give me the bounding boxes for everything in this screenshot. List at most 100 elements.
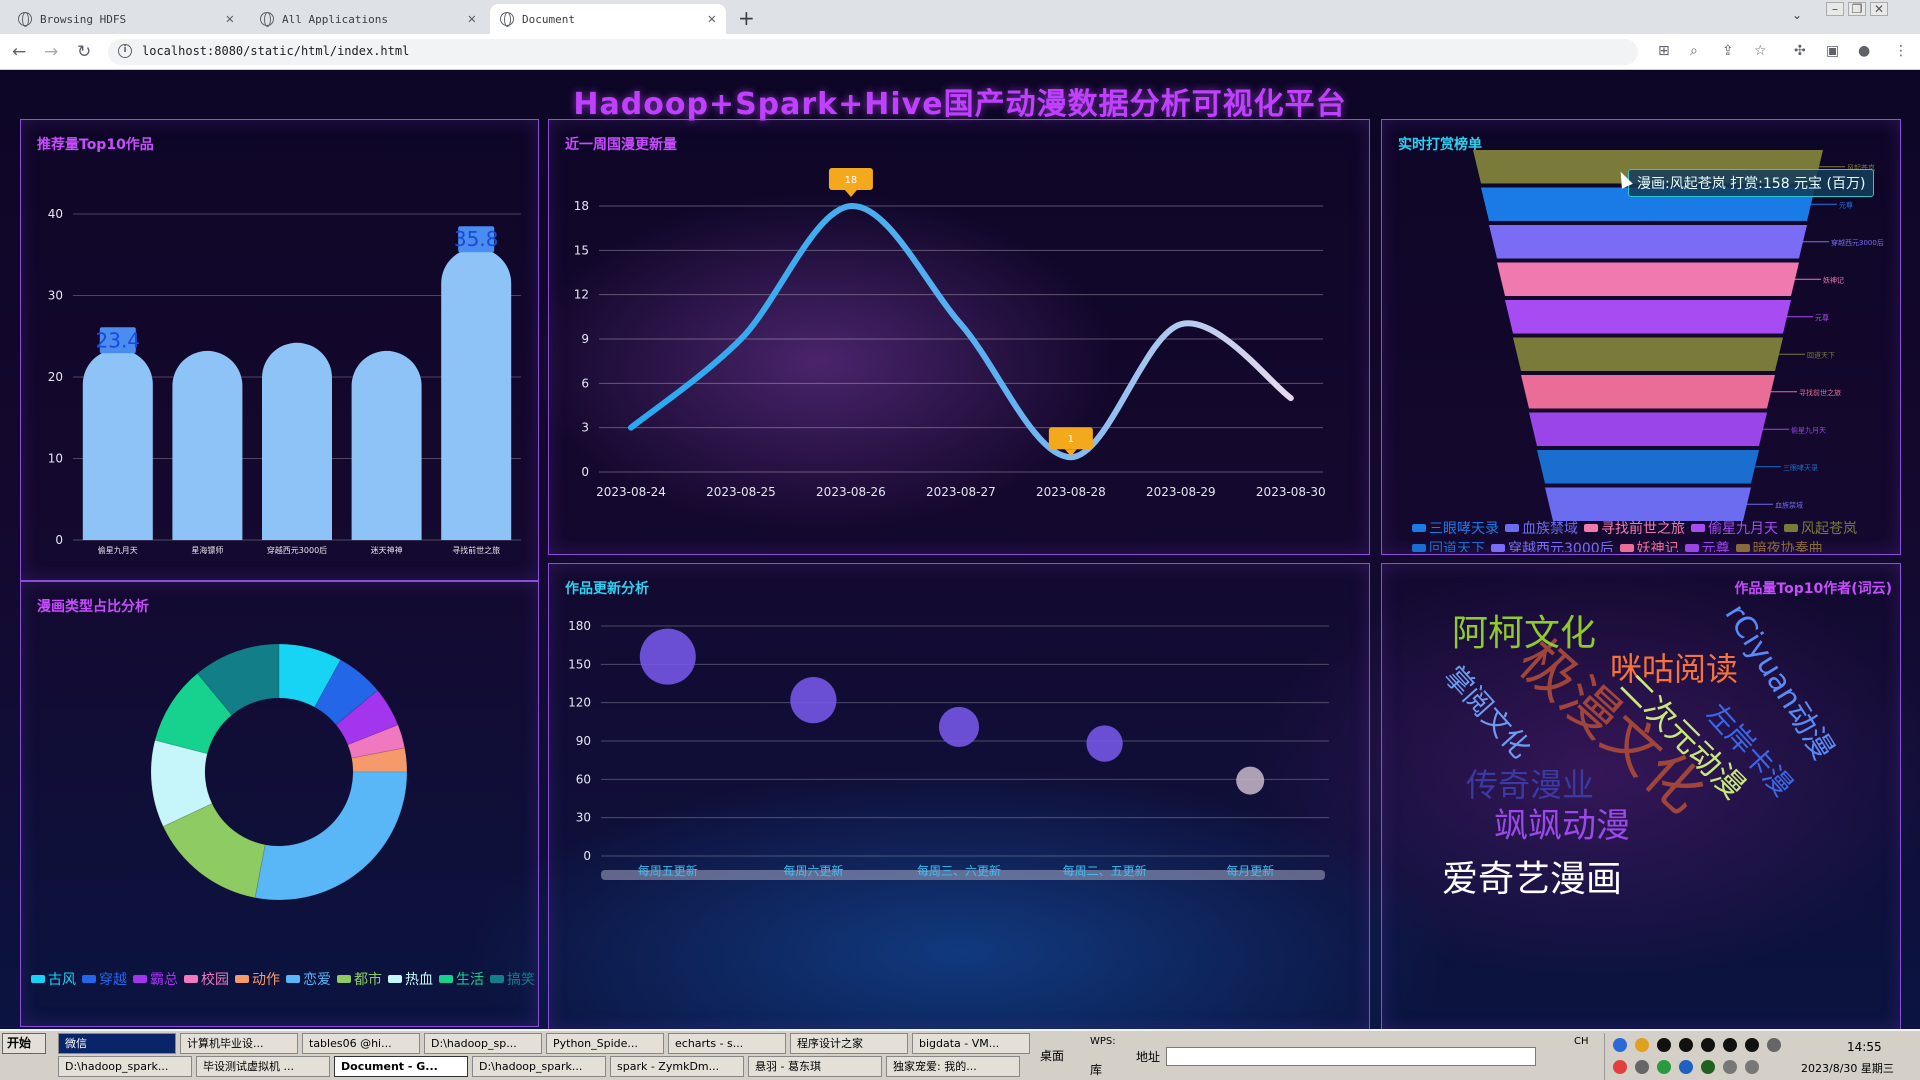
taskbar-address-input[interactable] [1166, 1047, 1536, 1066]
legend-item[interactable]: 偷星九月天 [1691, 518, 1778, 538]
x-tick-label: 每周五更新 [638, 863, 698, 878]
taskbar-window-button[interactable]: echarts - s... [668, 1033, 786, 1054]
sidepanel-icon[interactable]: ▣ [1826, 43, 1839, 59]
qq-icon[interactable] [1723, 1038, 1737, 1052]
taskbar-window-button[interactable]: 独家宠爱: 我的... [886, 1056, 1020, 1077]
legend-item[interactable]: 三眼哮天录 [1412, 518, 1499, 538]
forward-arrow-icon[interactable]: → [44, 42, 58, 62]
legend-item[interactable]: 血族禁域 [1505, 518, 1578, 538]
taskbar-window-button[interactable]: D:\hadoop_spark... [472, 1056, 606, 1077]
library-label[interactable]: 库 [1090, 1061, 1102, 1078]
zoom-icon[interactable]: ⌕ [1690, 43, 1698, 59]
funnel-label: 回道天下 [1807, 350, 1835, 359]
globe-icon [500, 12, 514, 27]
legend-item[interactable]: 动作 [235, 969, 280, 989]
legend-label: 三眼哮天录 [1429, 521, 1499, 537]
funnel-label: 元尊 [1839, 200, 1853, 209]
legend-label: 妖神记 [1636, 541, 1679, 552]
qq-icon[interactable] [1745, 1038, 1759, 1052]
taskbar-window-button[interactable]: 毕设测试虚拟机 ... [196, 1056, 330, 1077]
close-icon[interactable]: ✕ [226, 11, 234, 27]
legend-item[interactable]: 都市 [337, 969, 382, 989]
tab-browsing-hdfs[interactable]: Browsing HDFS ✕ [8, 4, 244, 34]
network-icon[interactable] [1767, 1038, 1781, 1052]
legend-item[interactable]: 热血 [388, 969, 433, 989]
qq-icon[interactable] [1679, 1038, 1693, 1052]
shield-icon[interactable] [1613, 1038, 1627, 1052]
tab-all-applications[interactable]: All Applications ✕ [250, 4, 486, 34]
clock-date[interactable]: 2023/8/30 星期三 [1801, 1060, 1894, 1076]
clock-time[interactable]: 14:55 [1847, 1040, 1882, 1054]
minimize-button[interactable]: – [1826, 2, 1844, 16]
taskbar-window-button[interactable]: spark - ZymkDm... [610, 1056, 744, 1077]
translate-icon[interactable]: ⊞ [1658, 43, 1670, 59]
profile-icon[interactable]: ● [1858, 43, 1870, 59]
app-icon[interactable] [1701, 1060, 1715, 1074]
legend-item[interactable]: 寻找前世之旅 [1584, 518, 1685, 538]
taskbar-window-button[interactable]: D:\hadoop_sp... [424, 1033, 542, 1054]
desktop-label[interactable]: 桌面 [1040, 1047, 1064, 1064]
legend-item[interactable]: 古风 [31, 969, 76, 989]
taskbar-window-button[interactable]: tables06 @hi... [302, 1033, 420, 1054]
legend-item[interactable]: 穿越西元3000后 [1491, 538, 1614, 552]
marker-label: 1 [1068, 434, 1074, 445]
window-close-button[interactable]: ✕ [1870, 2, 1888, 16]
close-icon[interactable]: ✕ [708, 11, 716, 27]
new-tab-button[interactable]: + [738, 6, 755, 30]
url-text[interactable]: localhost:8080/static/html/index.html [142, 44, 409, 58]
usb-icon[interactable] [1635, 1060, 1649, 1074]
taskbar-window-button[interactable]: D:\hadoop_spark... [58, 1056, 192, 1077]
legend-item[interactable]: 妖神记 [1619, 538, 1679, 552]
close-icon[interactable]: ✕ [468, 11, 476, 27]
qq-icon[interactable] [1657, 1038, 1671, 1052]
taskbar-window-button[interactable]: 微信 [58, 1033, 176, 1054]
address-bar[interactable]: i localhost:8080/static/html/index.html [108, 39, 1638, 65]
app-icon[interactable] [1635, 1038, 1649, 1052]
bar [441, 248, 512, 540]
legend-item[interactable]: 穿越 [82, 969, 127, 989]
wps-label[interactable]: WPS: [1090, 1036, 1116, 1047]
taskbar-window-button[interactable]: Document - G... [334, 1056, 468, 1077]
donut-slice [254, 771, 408, 901]
series-line [628, 202, 1294, 461]
x-tick-label: 星海镖师 [191, 545, 223, 555]
wechat-icon[interactable] [1657, 1060, 1671, 1074]
language-indicator[interactable]: CH [1574, 1036, 1589, 1047]
power-icon[interactable] [1745, 1060, 1759, 1074]
restore-button[interactable]: ❐ [1848, 2, 1866, 16]
legend-item[interactable]: 回道天下 [1412, 538, 1485, 552]
legend-item[interactable]: 暗夜协奏曲 [1735, 538, 1823, 552]
legend-swatch [490, 975, 504, 983]
legend-label: 生活 [456, 972, 484, 988]
taskbar-window-button[interactable]: bigdata - VM... [912, 1033, 1030, 1054]
qq-icon[interactable] [1701, 1038, 1715, 1052]
menu-icon[interactable]: ⋮ [1894, 43, 1908, 59]
back-arrow-icon[interactable]: ← [12, 42, 26, 62]
reload-icon[interactable]: ↻ [77, 42, 91, 62]
start-button[interactable]: 开始 [2, 1033, 46, 1054]
volume-icon[interactable] [1723, 1060, 1737, 1074]
taskbar-window-button[interactable]: 计算机毕业设... [180, 1033, 298, 1054]
bookmark-star-icon[interactable]: ☆ [1754, 43, 1767, 59]
extensions-icon[interactable]: ✣ [1794, 43, 1806, 59]
taskbar-window-button[interactable]: 程序设计之家 [790, 1033, 908, 1054]
chevron-down-icon[interactable]: ⌄ [1792, 8, 1802, 22]
x-tick-label: 2023-08-25 [706, 485, 776, 499]
legend-item[interactable]: 校园 [184, 969, 229, 989]
legend-label: 恋爱 [303, 972, 331, 988]
share-icon[interactable]: ⇪ [1722, 43, 1734, 59]
legend-swatch [1505, 524, 1519, 532]
sogou-icon[interactable] [1613, 1060, 1627, 1074]
app-icon[interactable] [1679, 1060, 1693, 1074]
taskbar-window-button[interactable]: Python_Spide... [546, 1033, 664, 1054]
legend-item[interactable]: 搞笑 [490, 969, 535, 989]
taskbar-window-button[interactable]: 悬羽 - 葛东琪 [748, 1056, 882, 1077]
panel-title: 作品量Top10作者(词云) [1734, 581, 1892, 597]
info-icon[interactable]: i [118, 44, 132, 58]
legend-item[interactable]: 霸总 [133, 969, 178, 989]
legend-item[interactable]: 风起苍岚 [1784, 518, 1857, 538]
legend-item[interactable]: 元尊 [1684, 538, 1730, 552]
legend-item[interactable]: 生活 [439, 969, 484, 989]
legend-item[interactable]: 恋爱 [286, 969, 331, 989]
tab-document[interactable]: Document ✕ [490, 4, 726, 34]
